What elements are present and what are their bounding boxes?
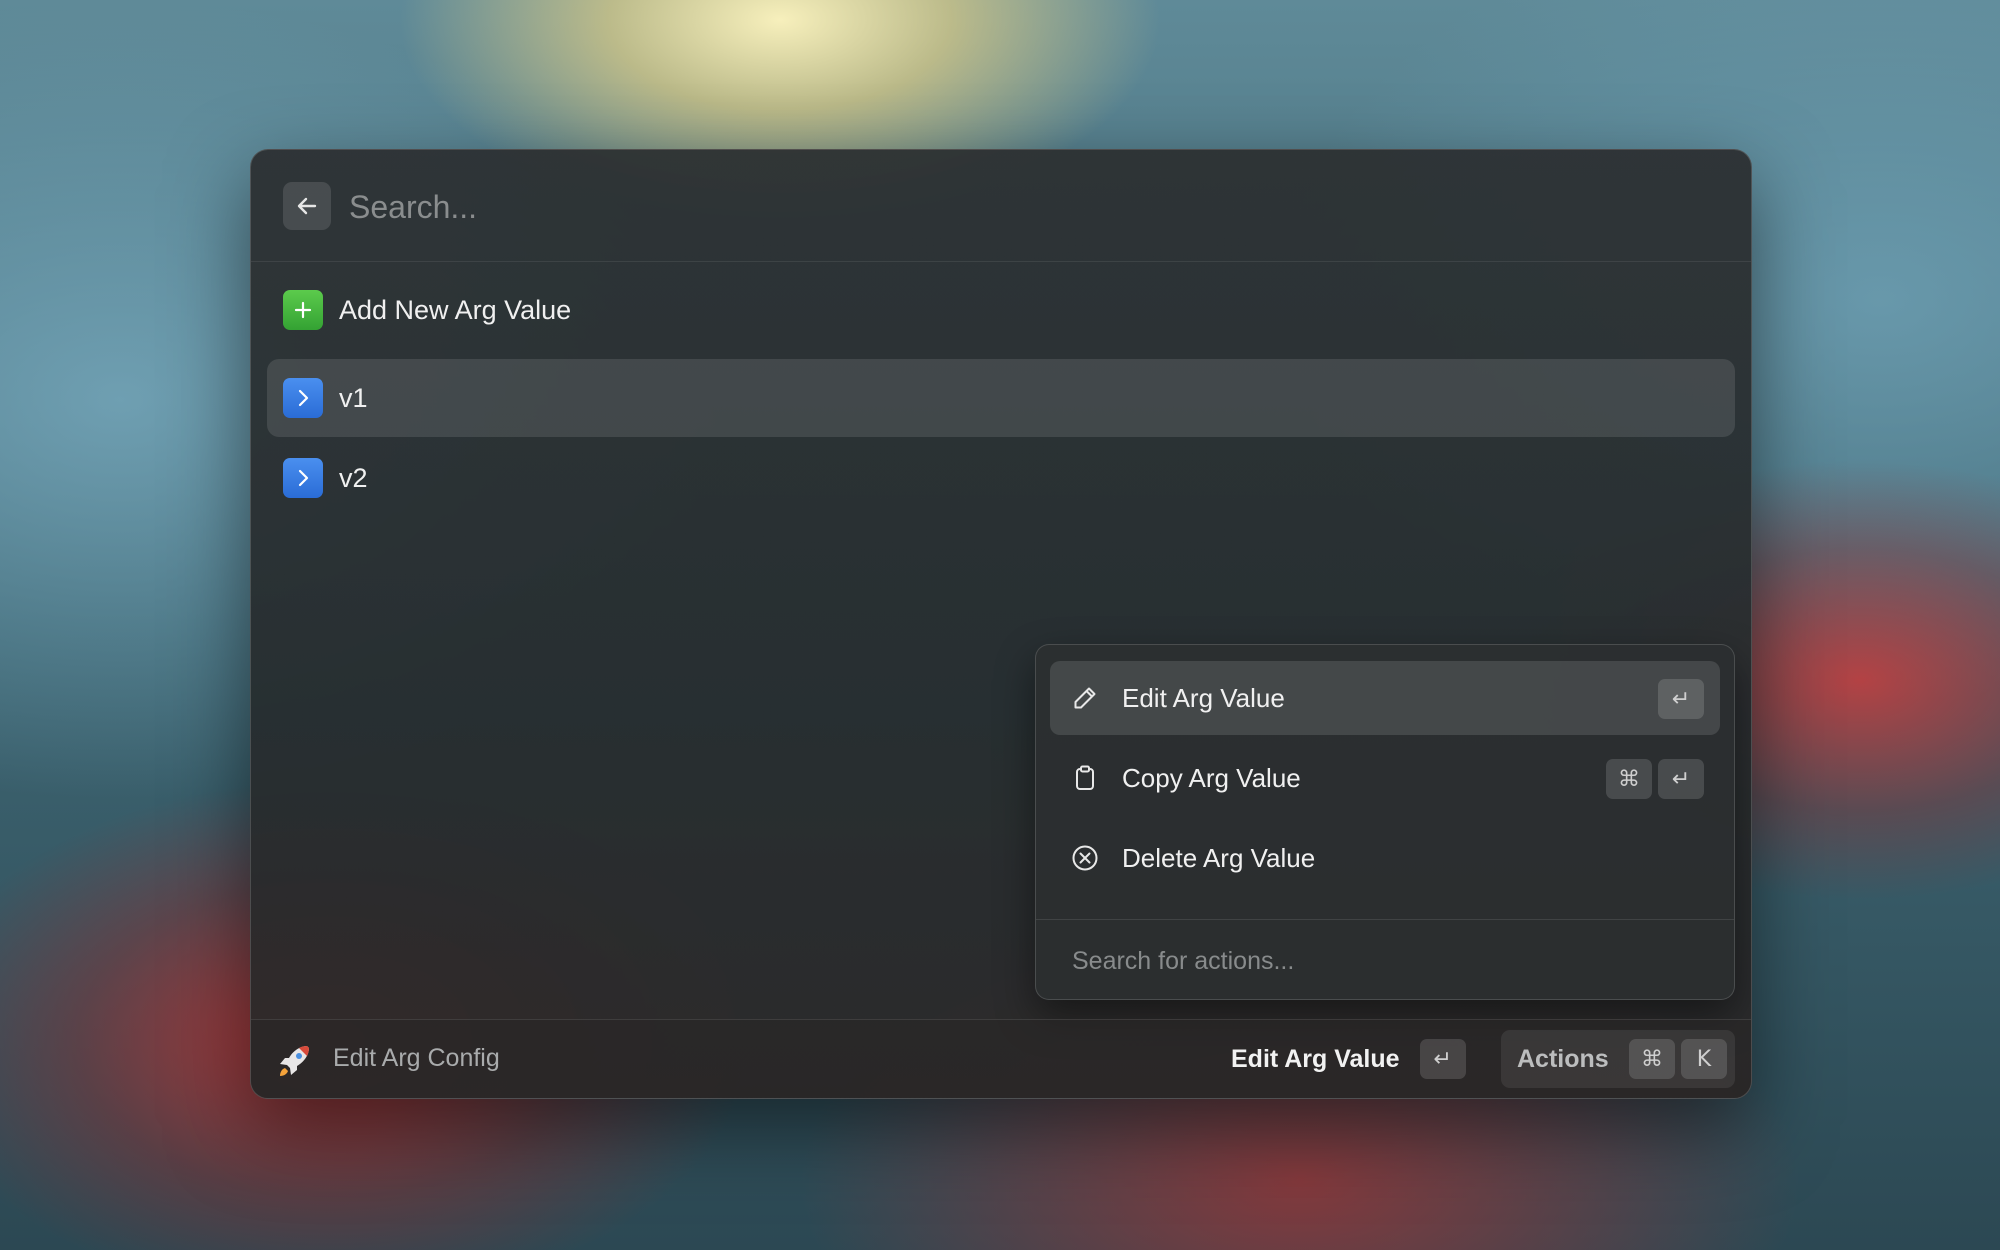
shortcut-keys: ↵ bbox=[1658, 679, 1704, 719]
return-key: ↵ bbox=[1658, 759, 1704, 799]
k-key: K bbox=[1681, 1039, 1727, 1079]
action-label: Copy Arg Value bbox=[1122, 762, 1301, 793]
chevron-right-icon bbox=[283, 378, 323, 418]
back-button[interactable] bbox=[283, 182, 331, 230]
return-key: ↵ bbox=[1419, 1039, 1466, 1079]
action-panel: Edit Arg Value ↵ Copy Arg Value ⌘ ↵ Dele… bbox=[1035, 644, 1735, 1000]
arrow-left-icon bbox=[297, 197, 317, 215]
action-delete-arg-value[interactable]: Delete Arg Value bbox=[1050, 821, 1720, 895]
chevron-right-icon bbox=[283, 458, 323, 498]
command-key: ⌘ bbox=[1629, 1039, 1675, 1079]
list-item-label: v1 bbox=[339, 382, 368, 413]
actions-button[interactable]: Actions ⌘ K bbox=[1501, 1030, 1735, 1088]
search-input[interactable] bbox=[347, 174, 1711, 240]
footer-bar: Edit Arg Config Edit Arg Value ↵ Actions… bbox=[251, 1019, 1751, 1098]
pencil-icon bbox=[1070, 683, 1100, 713]
clipboard-icon bbox=[1070, 763, 1100, 793]
shortcut-keys: ⌘ K bbox=[1629, 1039, 1727, 1079]
command-key: ⌘ bbox=[1606, 759, 1652, 799]
action-edit-arg-value[interactable]: Edit Arg Value ↵ bbox=[1050, 661, 1720, 735]
list-item-label: Add New Arg Value bbox=[339, 294, 572, 325]
list-item-v1[interactable]: v1 bbox=[267, 359, 1735, 437]
list-item-label: v2 bbox=[339, 462, 368, 493]
action-copy-arg-value[interactable]: Copy Arg Value ⌘ ↵ bbox=[1050, 741, 1720, 815]
plus-icon bbox=[283, 290, 323, 330]
search-bar bbox=[251, 150, 1751, 262]
actions-label: Actions bbox=[1517, 1044, 1609, 1073]
return-key: ↵ bbox=[1658, 679, 1704, 719]
action-label: Delete Arg Value bbox=[1122, 842, 1316, 873]
shortcut-keys: ⌘ ↵ bbox=[1606, 759, 1704, 799]
list-item-v2[interactable]: v2 bbox=[267, 439, 1735, 517]
launcher-window: Add New Arg Value v1 v2 Edit Arg Value ↵ bbox=[250, 149, 1752, 1099]
command-title: Edit Arg Config bbox=[333, 1044, 500, 1072]
x-circle-icon bbox=[1070, 843, 1100, 873]
rocket-icon bbox=[280, 1046, 309, 1076]
list-item-add-new-arg-value[interactable]: Add New Arg Value bbox=[267, 271, 1735, 349]
desktop-wallpaper: Add New Arg Value v1 v2 Edit Arg Value ↵ bbox=[0, 0, 2000, 1250]
primary-action-button[interactable]: Edit Arg Value ↵ bbox=[1231, 1034, 1466, 1084]
primary-action-label: Edit Arg Value bbox=[1231, 1044, 1400, 1073]
action-label: Edit Arg Value bbox=[1122, 682, 1285, 713]
action-search-input[interactable] bbox=[1070, 937, 1714, 985]
divider bbox=[1036, 919, 1734, 920]
